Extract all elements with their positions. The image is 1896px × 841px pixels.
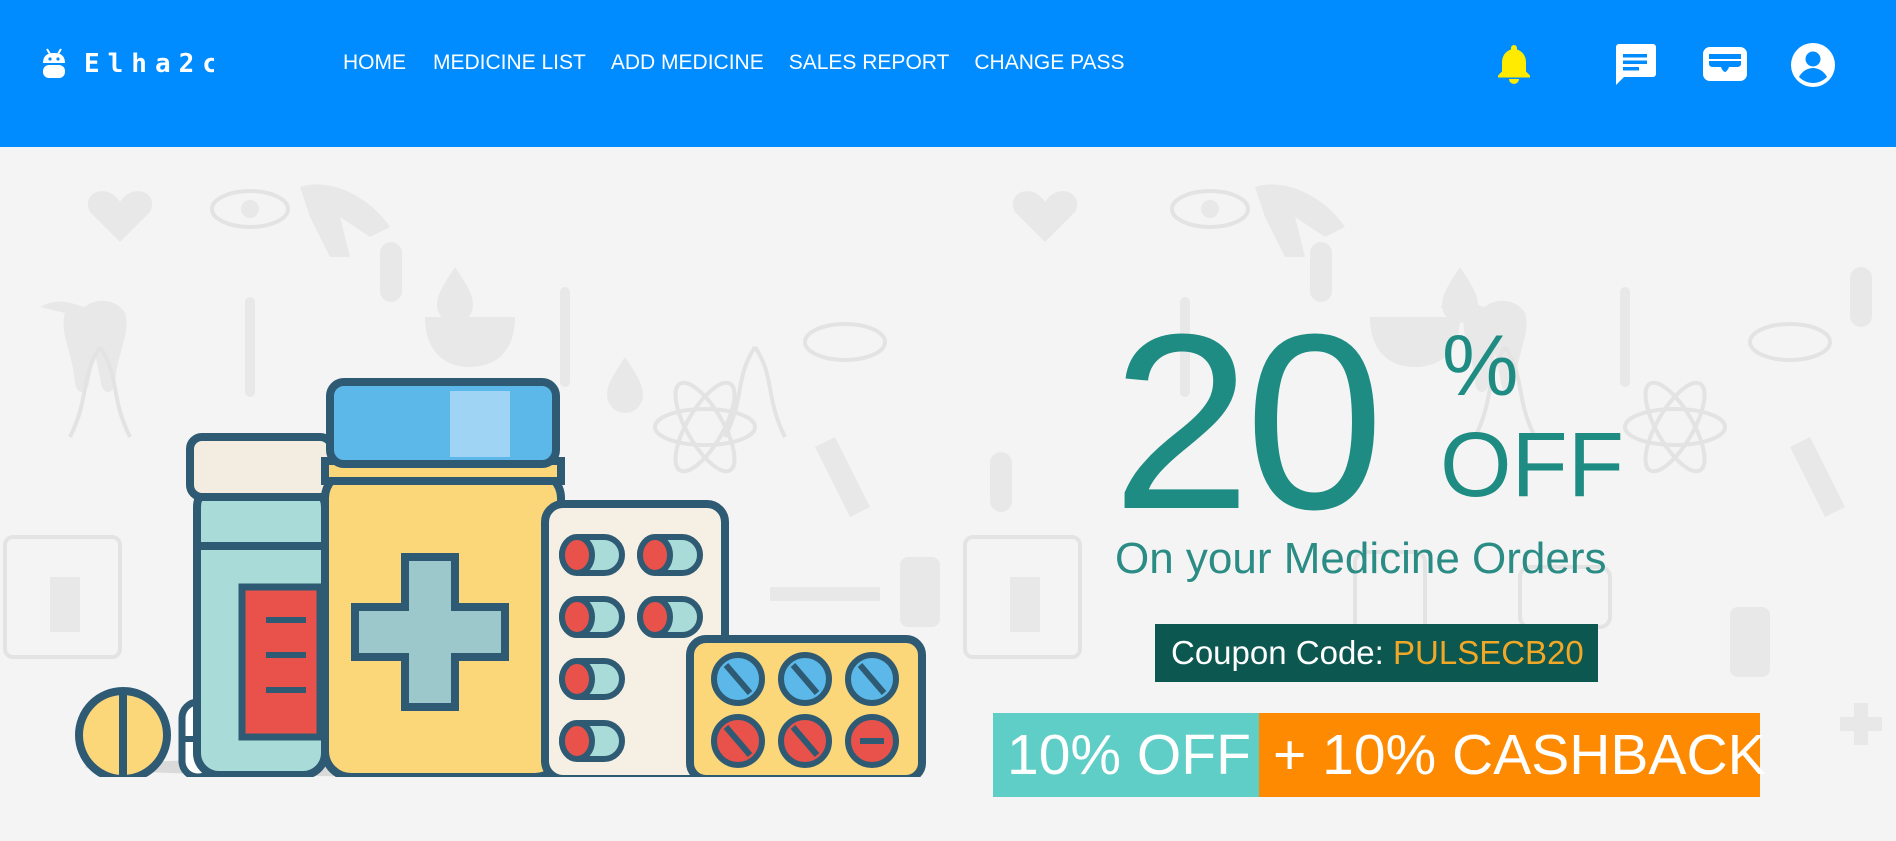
bell-icon[interactable] (1495, 42, 1533, 84)
banner-subline: On your Medicine Orders (1115, 534, 1607, 583)
wallet-icon[interactable] (1702, 42, 1748, 84)
nav-change-pass[interactable]: CHANGE PASS (974, 51, 1124, 75)
offer-discount-badge: 10% OFF (993, 713, 1259, 797)
android-icon (43, 48, 65, 78)
promo-banner[interactable]: 20 % OFF On your Medicine Orders Coupon … (0, 147, 1896, 841)
main-nav: HOME MEDICINE LIST ADD MEDICINE SALES RE… (330, 51, 1150, 75)
coupon-box: Coupon Code: PULSECB20 (1155, 624, 1598, 682)
top-navbar: Elha2c HOME MEDICINE LIST ADD MEDICINE S… (0, 0, 1896, 147)
coupon-code: PULSECB20 (1393, 634, 1584, 671)
discount-percent-sign: % (1442, 318, 1519, 414)
nav-home[interactable]: HOME (343, 51, 406, 75)
brand-name: Elha2c (84, 49, 214, 79)
offer-cashback-badge: + 10% CASHBACK (1259, 713, 1766, 797)
discount-number: 20 (1112, 282, 1384, 561)
nav-add-medicine[interactable]: ADD MEDICINE (611, 51, 764, 75)
discount-off-word: OFF (1440, 414, 1624, 516)
medicine-bottles-illustration (75, 378, 926, 777)
nav-medicine-list[interactable]: MEDICINE LIST (433, 51, 586, 75)
brand[interactable]: Elha2c (40, 46, 214, 82)
chat-icon[interactable] (1612, 42, 1658, 88)
nav-sales-report[interactable]: SALES REPORT (789, 51, 950, 75)
account-icon[interactable] (1790, 42, 1836, 88)
coupon-label: Coupon Code: (1171, 634, 1393, 671)
